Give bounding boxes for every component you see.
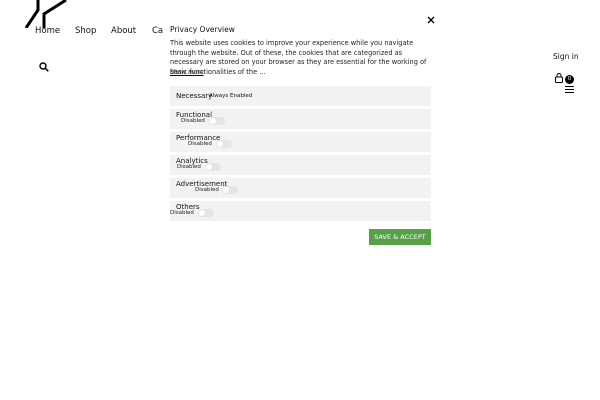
category-performance[interactable]: Performance Disabled [170,132,431,152]
category-state: Disabled [177,164,201,170]
privacy-title: Privacy Overview [170,25,235,34]
nav-shop[interactable]: Shop [75,26,96,36]
show-more-link[interactable]: Show more [170,69,204,76]
logo-mark[interactable] [22,0,68,28]
toggle-switch[interactable] [198,209,214,217]
category-others[interactable]: Others Disabled [170,201,431,221]
privacy-description: This website uses cookies to improve you… [170,39,427,76]
close-icon[interactable] [426,15,436,25]
toggle-switch[interactable] [222,186,238,194]
search-icon[interactable] [39,62,49,72]
category-state: Disabled [170,210,194,216]
cart-count-badge: 0 [565,75,574,84]
category-analytics[interactable]: Analytics Disabled [170,155,431,175]
category-functional[interactable]: Functional Disabled [170,109,431,129]
toggle-switch[interactable] [205,163,221,171]
category-state: Disabled [195,187,219,193]
category-name: Necessary [176,92,213,100]
category-state: Disabled [181,118,205,124]
save-accept-button[interactable]: SAVE & ACCEPT [369,229,431,245]
sign-in-link[interactable]: Sign in [553,52,579,61]
cart-icon[interactable] [554,73,564,83]
category-advertisement[interactable]: Advertisement Disabled [170,178,431,198]
toggle-switch[interactable] [209,117,225,125]
nav-categories[interactable]: Ca [152,26,163,36]
nav-home[interactable]: Home [35,26,60,36]
toggle-switch[interactable] [216,140,232,148]
hamburger-menu-icon[interactable] [565,86,574,93]
category-state: Disabled [188,141,212,147]
always-enabled-label: Always Enabled [209,93,253,99]
category-necessary[interactable]: Necessary Always Enabled [170,86,431,106]
nav-about[interactable]: About [111,26,136,36]
privacy-modal: Privacy Overview This website uses cooki… [165,12,437,248]
